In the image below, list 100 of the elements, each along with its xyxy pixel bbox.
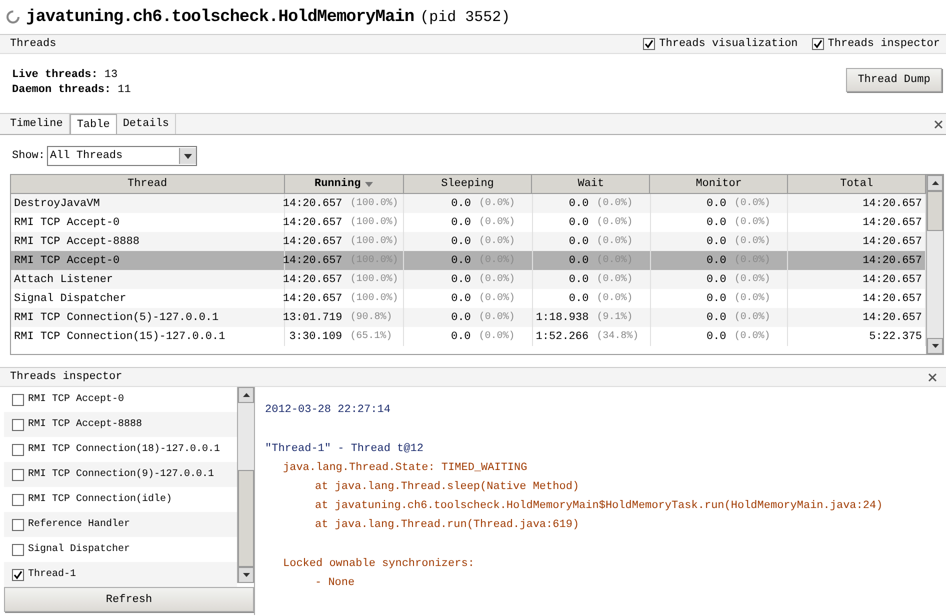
- time-value: 0.0: [568, 292, 589, 304]
- percent-value: (0.0%): [596, 217, 634, 228]
- view-tab[interactable]: Details: [116, 114, 176, 134]
- close-icon[interactable]: [934, 120, 943, 128]
- time-value: 0.0: [451, 236, 471, 248]
- loading-spinner-icon: [6, 10, 20, 24]
- dump-line: at javatuning.ch6.toolscheck.HoldMemoryMain$HoldMemoryTask.run(HoldMemoryMain.java:24): [314, 499, 884, 514]
- percent-value: (0.0%): [478, 198, 516, 209]
- thread-filter-dropdown[interactable]: All Threads: [47, 146, 198, 166]
- thread-checkbox[interactable]: RMI TCP Accept-0: [4, 387, 237, 412]
- table-row[interactable]: RMI TCP Connection(15)-127.0.0.1 3:30.109 (65.1%) 0.0 (0.0%) 1:52.266 (34.8%) 0.0 (0.0%) 5:22.375: [11, 327, 926, 346]
- time-value: 0.0: [568, 216, 589, 228]
- checkmark-icon: [13, 570, 23, 580]
- section-title: Threads inspector: [10, 371, 124, 383]
- table-row[interactable]: Attach Listener 14:20.657 (100.0%) 0.0 (0.0%) 0.0 (0.0%) 0.0 (0.0%) 14:20.657: [11, 270, 926, 289]
- time-value: 0.0: [706, 216, 726, 228]
- percent-value: (0.0%): [734, 198, 772, 209]
- percent-value: (0.0%): [596, 236, 634, 247]
- percent-value: (65.1%): [350, 331, 394, 342]
- close-icon[interactable]: [928, 372, 937, 382]
- thread-checkbox[interactable]: Signal Dispatcher: [4, 537, 237, 562]
- scroll-thumb[interactable]: [238, 470, 254, 567]
- thread-count-text: Daemon threads: 11: [12, 83, 131, 98]
- time-value: 3:30.109: [289, 330, 342, 342]
- process-id: (pid 3552): [420, 8, 510, 26]
- scroll-thumb[interactable]: [927, 191, 943, 231]
- time-value: 0.0: [706, 254, 726, 266]
- dump-line: Locked ownable synchronizers:: [282, 557, 476, 572]
- table-scrollbar[interactable]: [926, 175, 943, 354]
- column-header[interactable]: Sleeping: [404, 175, 532, 194]
- percent-value: (100.0%): [350, 293, 400, 304]
- column-header[interactable]: Wait: [532, 175, 650, 194]
- view-option-checkbox[interactable]: Threads inspector: [812, 38, 940, 50]
- percent-value: (100.0%): [350, 274, 400, 285]
- thread-checkbox[interactable]: RMI TCP Connection(9)-127.0.0.1: [4, 462, 237, 487]
- time-value: 0.0: [568, 198, 589, 210]
- table-row[interactable]: RMI TCP Connection(5)-127.0.0.1 13:01.719 (90.8%) 0.0 (0.0%) 1:18.938 (9.1%) 0.0 (0.0%) 14:20.657: [11, 308, 926, 327]
- dump-line: - None: [314, 576, 356, 591]
- column-header[interactable]: Total: [788, 175, 926, 194]
- percent-value: (0.0%): [734, 217, 772, 228]
- percent-value: (0.0%): [478, 331, 516, 342]
- time-value: 0.0: [568, 236, 589, 248]
- checkmark-icon: [644, 39, 654, 49]
- table-row[interactable]: DestroyJavaVM 14:20.657 (100.0%) 0.0 (0.0%) 0.0 (0.0%) 0.0 (0.0%) 14:20.657: [11, 194, 926, 213]
- time-value: 0.0: [706, 274, 726, 286]
- percent-value: (0.0%): [596, 198, 634, 209]
- view-option-checkbox[interactable]: Threads visualization: [643, 38, 798, 50]
- percent-value: (0.0%): [478, 293, 516, 304]
- column-header[interactable]: Thread: [11, 175, 285, 194]
- section-title: Threads: [10, 38, 58, 50]
- percent-value: (100.0%): [350, 217, 400, 228]
- time-value: 14:20.657: [282, 292, 342, 304]
- time-value: 1:18.938: [536, 312, 589, 324]
- scroll-up-icon[interactable]: [932, 181, 938, 185]
- percent-value: (0.0%): [478, 312, 516, 323]
- percent-value: (90.8%): [350, 312, 394, 323]
- time-value: 0.0: [706, 312, 726, 324]
- time-value: 0.0: [451, 254, 471, 266]
- time-value: 0.0: [451, 312, 471, 324]
- window-title: javatuning.ch6.toolscheck.HoldMemoryMain: [26, 8, 414, 26]
- time-value: 0.0: [451, 292, 471, 304]
- scroll-down-icon[interactable]: [242, 573, 250, 577]
- list-scrollbar[interactable]: [237, 387, 254, 583]
- dump-line: "Thread-1" - Thread t@12: [265, 442, 424, 457]
- thread-dump-button[interactable]: Thread Dump: [846, 68, 942, 92]
- thread-checkbox[interactable]: Thread-1: [4, 562, 237, 587]
- column-header[interactable]: Running: [284, 175, 404, 194]
- refresh-button[interactable]: Refresh: [4, 587, 254, 612]
- time-value: 14:20.657: [282, 216, 342, 228]
- thread-checkbox[interactable]: RMI TCP Connection(idle): [4, 487, 237, 512]
- percent-value: (100.0%): [350, 236, 400, 247]
- scroll-up-icon[interactable]: [242, 393, 250, 397]
- scroll-down-icon[interactable]: [932, 344, 938, 348]
- time-value: 14:20.657: [282, 274, 342, 286]
- show-label: Show:: [12, 150, 46, 162]
- percent-value: (9.1%): [596, 312, 634, 323]
- dropdown-arrow-icon: [184, 154, 192, 158]
- view-tab[interactable]: Table: [70, 114, 117, 134]
- sort-arrow-icon: [364, 182, 373, 186]
- percent-value: (0.0%): [734, 312, 772, 323]
- thread-name-cell: RMI TCP Connection(15)-127.0.0.1: [11, 327, 286, 346]
- dump-line: java.lang.Thread.State: TIMED_WAITING: [282, 461, 528, 476]
- table-row[interactable]: RMI TCP Accept-8888 14:20.657 (100.0%) 0.0 (0.0%) 0.0 (0.0%) 0.0 (0.0%) 14:20.657: [11, 232, 926, 251]
- time-value: 0.0: [706, 292, 726, 304]
- checkmark-icon: [812, 39, 823, 49]
- column-header[interactable]: Monitor: [650, 175, 788, 194]
- thread-checkbox[interactable]: RMI TCP Accept-8888: [4, 412, 237, 437]
- time-value: 0.0: [450, 330, 471, 342]
- time-value: 0.0: [706, 330, 726, 342]
- time-value: 0.0: [451, 274, 471, 286]
- percent-value: (0.0%): [596, 293, 634, 304]
- dump-line: 2012-03-28 22:27:14: [265, 403, 392, 418]
- time-value: 13:01.719: [282, 312, 342, 324]
- thread-checkbox[interactable]: RMI TCP Connection(18)-127.0.0.1: [4, 437, 237, 462]
- time-value: 0.0: [568, 274, 589, 286]
- time-value: 1:52.266: [536, 330, 589, 342]
- dump-line: at java.lang.Thread.run(Thread.java:619): [314, 518, 580, 533]
- time-value: 0.0: [706, 198, 726, 210]
- thread-checkbox[interactable]: Reference Handler: [4, 512, 237, 537]
- percent-value: (0.0%): [734, 331, 772, 342]
